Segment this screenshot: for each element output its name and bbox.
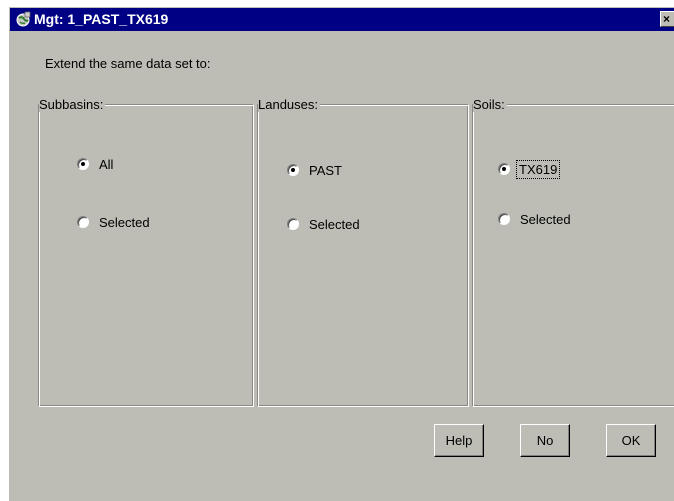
instruction-text: Extend the same data set to: (45, 56, 211, 71)
landuses-option-selected[interactable]: Selected (287, 215, 360, 233)
soils-group-label: Soils: (473, 97, 507, 112)
help-button[interactable]: Help (434, 424, 484, 457)
subbasins-option-all[interactable]: All (77, 155, 113, 173)
radio-button-checked[interactable] (77, 158, 89, 170)
radio-button-checked[interactable] (287, 164, 299, 176)
radio-label: Selected (309, 216, 360, 232)
landuses-option-past[interactable]: PAST (287, 161, 342, 179)
radio-label: Selected (99, 214, 150, 230)
radio-button-checked[interactable] (498, 163, 510, 175)
title-bar[interactable]: Mgt: 1_PAST_TX619 × (10, 8, 674, 31)
window-title: Mgt: 1_PAST_TX619 (34, 11, 169, 27)
close-icon: × (663, 12, 671, 26)
radio-button[interactable] (498, 213, 510, 225)
radio-label: PAST (309, 162, 342, 178)
no-button[interactable]: No (520, 424, 570, 457)
soils-option-tx619[interactable]: TX619 (498, 159, 561, 179)
subbasins-option-selected[interactable]: Selected (77, 213, 150, 231)
close-button[interactable]: × (660, 11, 674, 27)
radio-label: All (99, 156, 114, 172)
ok-button[interactable]: OK (606, 424, 656, 457)
soils-option-selected[interactable]: Selected (498, 210, 571, 228)
dialog-window: Mgt: 1_PAST_TX619 × Extend the same data… (8, 6, 674, 501)
radio-label-focused: TX619 (515, 159, 561, 179)
subbasins-group-label: Subbasins: (39, 97, 106, 112)
radio-label: Selected (520, 211, 571, 227)
landuses-group: Landuses: PAST Selected (257, 97, 469, 407)
radio-button[interactable] (77, 216, 89, 228)
radio-button[interactable] (287, 218, 299, 230)
landuses-group-label: Landuses: (258, 97, 320, 112)
app-globe-icon (16, 11, 31, 27)
soils-group: Soils: TX619 Selected (472, 97, 674, 407)
subbasins-group: Subbasins: All Selected (38, 97, 254, 407)
